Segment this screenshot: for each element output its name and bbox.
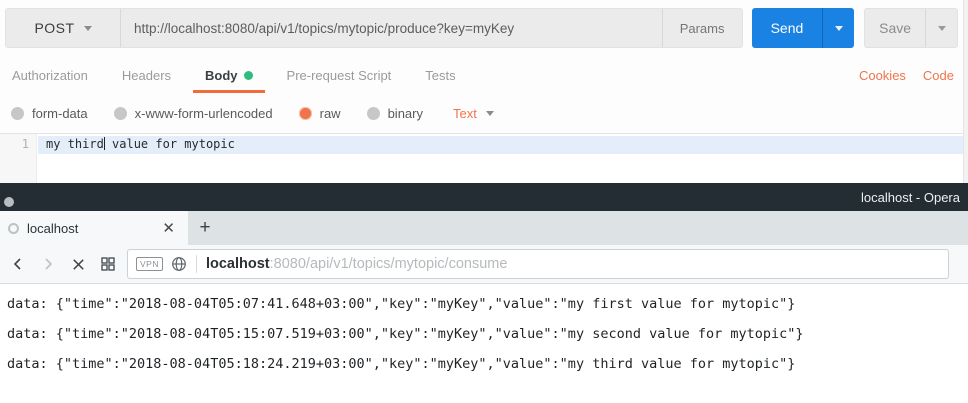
sse-event-line: data: {"time":"2018-08-04T05:07:41.648+0… (0, 289, 968, 319)
tab-label: Pre-request Script (287, 68, 392, 83)
send-group: Send (752, 8, 855, 48)
save-button[interactable]: Save (865, 9, 925, 47)
editor-text: value for mytopic (105, 137, 235, 151)
cookies-link[interactable]: Cookies (859, 68, 906, 83)
chevron-down-icon (835, 26, 843, 31)
address-url[interactable]: localhost:8080/api/v1/topics/mytopic/con… (206, 256, 507, 272)
sse-event-line: data: {"time":"2018-08-04T05:15:07.519+0… (0, 319, 968, 349)
sse-event-line: data: {"time":"2018-08-04T05:18:24.219+0… (0, 349, 968, 379)
speed-dial-icon[interactable] (93, 249, 123, 279)
tab-label: Headers (122, 68, 171, 83)
url-host: localhost (206, 256, 270, 272)
raw-type-dropdown[interactable]: Text (453, 106, 494, 121)
mode-label: form-data (32, 106, 88, 121)
stop-reload-icon[interactable] (63, 249, 93, 279)
page-content: data: {"time":"2018-08-04T05:07:41.648+0… (0, 284, 968, 403)
line-number: 1 (0, 134, 36, 153)
request-tabs: Authorization Headers Body Pre-request S… (0, 58, 968, 93)
mode-x-www-form-urlencoded[interactable]: x-www-form-urlencoded (114, 106, 273, 121)
radio-icon (367, 107, 380, 120)
opera-menu-icon[interactable] (4, 197, 14, 207)
request-row: POST http://localhost:8080/api/v1/topics… (5, 8, 958, 48)
send-button[interactable]: Send (752, 8, 823, 48)
radio-icon (114, 107, 127, 120)
url-path: :8080/api/v1/topics/mytopic/consume (270, 256, 508, 272)
body-editor[interactable]: 1 my third value for mytopic (0, 133, 963, 183)
window-title: localhost - Opera (861, 190, 968, 205)
chevron-down-icon (938, 26, 946, 31)
scrollbar[interactable] (963, 0, 968, 183)
code-link[interactable]: Code (923, 68, 954, 83)
editor-active-line[interactable]: my third value for mytopic (38, 136, 963, 154)
tab-headers[interactable]: Headers (110, 58, 183, 93)
chevron-down-icon (84, 26, 92, 31)
editor-text: my third (46, 137, 104, 151)
back-button[interactable] (3, 249, 33, 279)
address-bar[interactable]: VPN localhost:8080/api/v1/topics/mytopic… (127, 249, 949, 279)
address-separator (196, 255, 197, 273)
favicon-placeholder-icon (8, 223, 19, 234)
mode-binary[interactable]: binary (367, 106, 423, 121)
screen: POST http://localhost:8080/api/v1/topics… (0, 0, 968, 403)
browser-tab-localhost[interactable]: localhost ✕ (0, 211, 188, 245)
mode-label: x-www-form-urlencoded (135, 106, 273, 121)
mode-form-data[interactable]: form-data (11, 106, 88, 121)
tab-label: Tests (425, 68, 455, 83)
opera-navbar: VPN localhost:8080/api/v1/topics/mytopic… (0, 245, 968, 284)
tab-label: Body (205, 68, 238, 83)
postman-panel: POST http://localhost:8080/api/v1/topics… (0, 0, 968, 183)
editor-gutter: 1 (0, 134, 37, 184)
tab-pre-request-script[interactable]: Pre-request Script (275, 58, 404, 93)
tab-authorization[interactable]: Authorization (0, 58, 100, 93)
request-links: Cookies Code (859, 68, 968, 83)
radio-icon (11, 107, 24, 120)
new-tab-button[interactable]: + (188, 211, 222, 245)
opera-titlebar: localhost - Opera (0, 183, 968, 211)
radio-selected-icon (299, 107, 312, 120)
tab-title: localhost (27, 221, 157, 236)
save-options-button[interactable] (925, 9, 957, 47)
body-mode-row: form-data x-www-form-urlencoded raw bina… (0, 100, 968, 127)
body-has-content-dot (244, 71, 253, 80)
vpn-badge[interactable]: VPN (136, 257, 163, 271)
tab-body[interactable]: Body (193, 58, 265, 93)
close-tab-icon[interactable]: ✕ (157, 217, 180, 239)
mode-raw[interactable]: raw (299, 106, 341, 121)
method-dropdown[interactable]: POST (6, 9, 121, 47)
url-group: POST http://localhost:8080/api/v1/topics… (5, 8, 743, 48)
params-button[interactable]: Params (662, 9, 742, 47)
forward-button[interactable] (33, 249, 63, 279)
save-group: Save (864, 8, 958, 48)
url-input[interactable]: http://localhost:8080/api/v1/topics/myto… (121, 9, 662, 47)
tab-label: Authorization (12, 68, 88, 83)
mode-label: binary (388, 106, 423, 121)
params-label: Params (680, 21, 725, 36)
mode-label: raw (320, 106, 341, 121)
opera-tabstrip: localhost ✕ + (0, 211, 968, 245)
method-label: POST (34, 20, 74, 36)
raw-type-label: Text (453, 106, 477, 121)
url-text: http://localhost:8080/api/v1/topics/myto… (134, 21, 514, 36)
chevron-down-icon (486, 111, 494, 116)
send-options-button[interactable] (822, 8, 854, 48)
tab-tests[interactable]: Tests (413, 58, 467, 93)
globe-icon[interactable] (171, 256, 187, 272)
